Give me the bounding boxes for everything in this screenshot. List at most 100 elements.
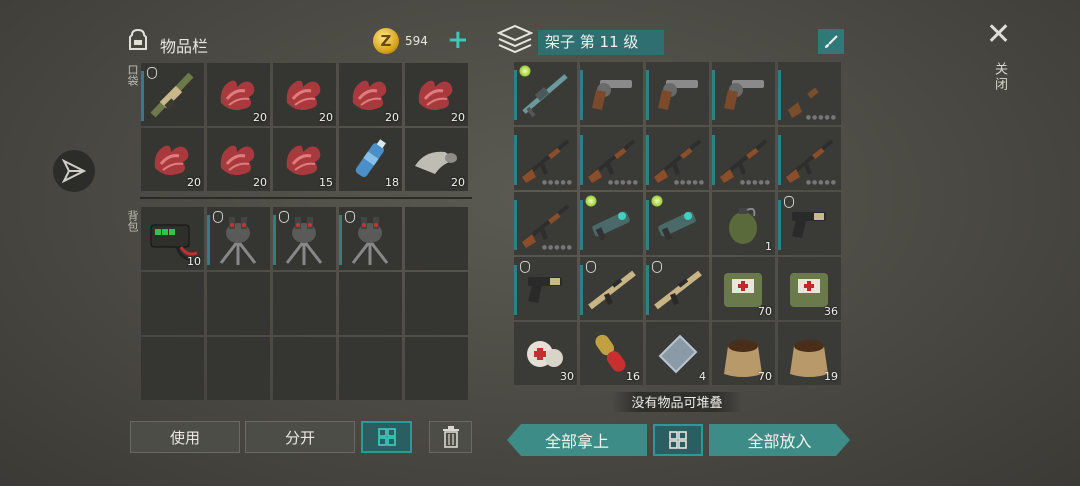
pocket-slot[interactable]: 20 (207, 63, 270, 126)
shelf-stack-icon (497, 24, 533, 54)
item-quantity: 70 (758, 305, 772, 318)
shelf-slot[interactable]: 70 (712, 322, 775, 385)
inventory-title: 物品栏 (160, 37, 209, 56)
shelf-slot[interactable]: 4 (646, 322, 709, 385)
shelf-slot[interactable]: 19 (778, 322, 841, 385)
rarity-dots-icon: ●●●●● (739, 179, 771, 186)
shelf-slot[interactable]: 36 (778, 257, 841, 320)
item-quantity: 20 (187, 176, 201, 189)
navigation-button[interactable] (53, 150, 95, 192)
shelf-slot[interactable]: 1 (712, 192, 775, 255)
shelf-slot[interactable]: ●●●●● (514, 192, 577, 255)
shelf-slot[interactable]: ●●●●● (712, 127, 775, 190)
shelf-slot[interactable]: ●●●●● (778, 127, 841, 190)
glow-tag-icon (585, 195, 597, 207)
pocket-slot[interactable] (141, 63, 204, 126)
sort-brush-button[interactable] (818, 29, 844, 54)
backpack-slot[interactable] (405, 337, 468, 400)
backpack-slot[interactable] (141, 272, 204, 335)
coin-count: 594 (405, 34, 428, 48)
pocket-slot[interactable]: 20 (339, 63, 402, 126)
shelf-slot[interactable]: ●●●●● (580, 127, 643, 190)
shelf-slot[interactable] (580, 192, 643, 255)
pocket-slot[interactable]: 20 (273, 63, 336, 126)
shelf-slot[interactable] (646, 257, 709, 320)
item-quantity: 20 (253, 111, 267, 124)
item-quantity: 36 (824, 305, 838, 318)
item-quantity: 15 (319, 176, 333, 189)
shelf-slot[interactable]: 30 (514, 322, 577, 385)
pocket-slot[interactable]: 20 (141, 128, 204, 191)
pocket-slot[interactable]: 20 (207, 128, 270, 191)
backpack-slot[interactable] (207, 272, 270, 335)
pocket-slot[interactable]: 20 (405, 128, 468, 191)
shelf-slot[interactable] (646, 192, 709, 255)
add-coins-button[interactable]: + (447, 27, 469, 53)
backpack-slot[interactable] (339, 272, 402, 335)
shelf-slot[interactable]: ●●●●● (514, 127, 577, 190)
revolver-icon (592, 80, 632, 110)
shelf-slot[interactable] (778, 192, 841, 255)
item-quantity: 20 (451, 111, 465, 124)
split-button[interactable]: 分开 (245, 421, 355, 453)
shelf-slot[interactable] (580, 62, 643, 125)
backpack-slot[interactable] (339, 207, 402, 270)
backpack-slot[interactable] (207, 337, 270, 400)
sort-inventory-button[interactable] (361, 421, 412, 453)
pocket-label: 口袋 (126, 64, 139, 86)
rarity-dots-icon: ●●●●● (673, 179, 705, 186)
close-button[interactable]: ✕ (986, 20, 1011, 50)
shield-tag-icon (279, 211, 289, 223)
shelf-slot[interactable]: 70 (712, 257, 775, 320)
brush-icon (825, 34, 838, 48)
shelf-slot[interactable]: ●●●●● (778, 62, 841, 125)
item-quantity: 30 (560, 370, 574, 383)
shelf-slot[interactable] (712, 62, 775, 125)
stack-toast: 没有物品可堆叠 (612, 392, 742, 412)
glow-tag-icon (519, 65, 531, 77)
pocket-slot[interactable]: 20 (405, 63, 468, 126)
item-quantity: 19 (824, 370, 838, 383)
take-all-button[interactable]: 全部拿上 (507, 424, 647, 456)
backpack-slot[interactable] (207, 207, 270, 270)
backpack-slot[interactable] (273, 272, 336, 335)
rarity-dots-icon: ●●●●● (607, 179, 639, 186)
shield-tag-icon (345, 211, 355, 223)
item-quantity: 4 (699, 370, 706, 383)
shelf-slot[interactable] (580, 257, 643, 320)
shelf-slot[interactable] (514, 62, 577, 125)
backpack-slot[interactable]: 10 (141, 207, 204, 270)
backpack-label: 背包 (126, 210, 139, 232)
backpack-slot[interactable] (273, 337, 336, 400)
item-quantity: 10 (187, 255, 201, 268)
trash-button[interactable] (429, 421, 472, 453)
grid-sort-icon (377, 428, 396, 446)
shelf-slot[interactable] (514, 257, 577, 320)
use-button[interactable]: 使用 (130, 421, 240, 453)
shield-tag-icon (784, 196, 794, 208)
backpack-slot[interactable] (273, 207, 336, 270)
rarity-dots-icon: ●●●●● (805, 179, 837, 186)
revolver-icon (658, 80, 698, 110)
item-quantity: 20 (385, 111, 399, 124)
backpack-slot[interactable] (405, 272, 468, 335)
grid-sort-icon (669, 431, 687, 449)
put-all-button[interactable]: 全部放入 (709, 424, 850, 456)
close-label: 关闭 (992, 62, 1007, 92)
sort-shelf-button[interactable] (653, 424, 703, 456)
item-quantity: 1 (765, 240, 772, 253)
pocket-slot[interactable]: 18 (339, 128, 402, 191)
send-arrow-icon (61, 158, 87, 184)
backpack-slot[interactable] (141, 337, 204, 400)
pocket-slot[interactable]: 15 (273, 128, 336, 191)
item-quantity: 20 (253, 176, 267, 189)
shelf-slot[interactable] (646, 62, 709, 125)
glow-tag-icon (651, 195, 663, 207)
item-quantity: 70 (758, 370, 772, 383)
shelf-slot[interactable]: 16 (580, 322, 643, 385)
revolver-icon (724, 80, 764, 110)
backpack-slot[interactable] (339, 337, 402, 400)
shelf-slot[interactable]: ●●●●● (646, 127, 709, 190)
backpack-slot[interactable] (405, 207, 468, 270)
rarity-dots-icon: ●●●●● (541, 179, 573, 186)
